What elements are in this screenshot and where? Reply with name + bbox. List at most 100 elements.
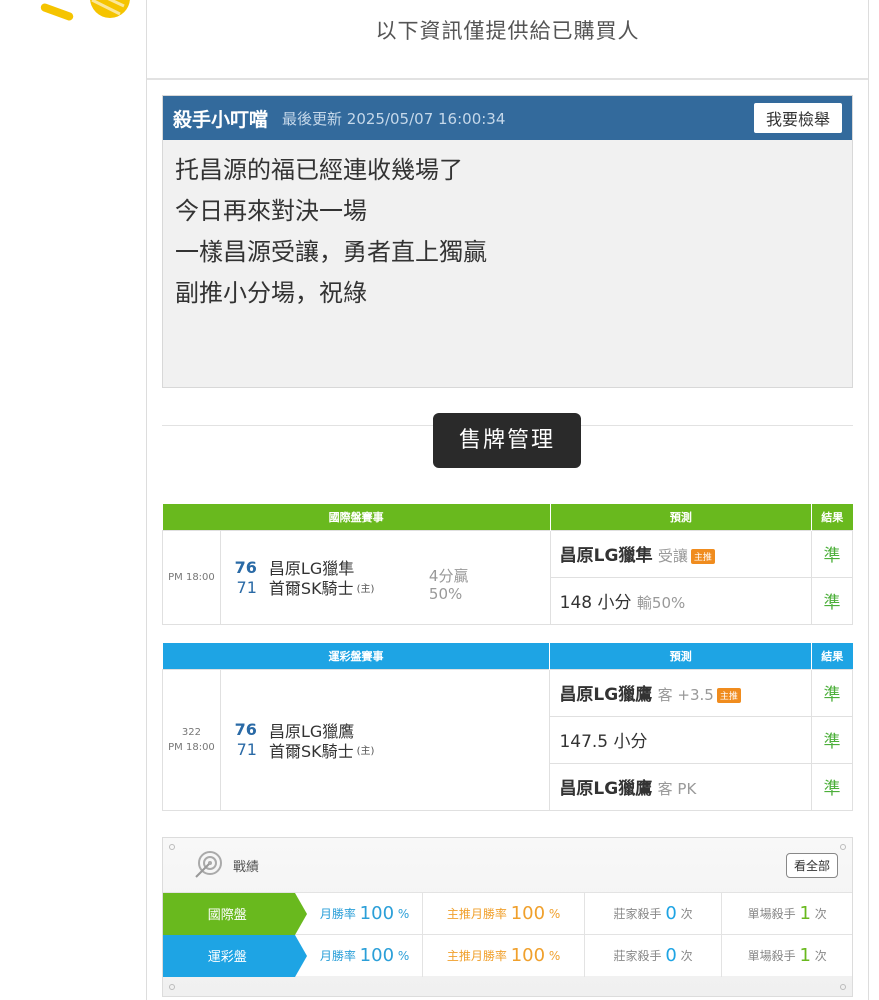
record-panel: 戰績 看全部 國際盤 月勝率 100 % 主推月勝率 100 % 莊家殺手 0 … bbox=[162, 837, 853, 997]
prediction-type: 客 +3.5 bbox=[657, 686, 714, 704]
message-line: 今日再來對決一場 bbox=[175, 197, 367, 225]
record-row-lottery: 運彩盤 月勝率 100 % 主推月勝率 100 % 莊家殺手 0 次 單場殺手 … bbox=[163, 934, 852, 977]
monthly-win-rate: 月勝率 100 % bbox=[295, 893, 423, 935]
stat-label: 主推月勝率 bbox=[446, 949, 507, 963]
home-team: 首爾SK騎士 bbox=[268, 579, 354, 598]
last-updated: 最後更新 2025/05/07 16:00:34 bbox=[282, 109, 506, 128]
banker-killer: 莊家殺手 0 次 bbox=[583, 934, 722, 977]
header-prediction: 預測 bbox=[549, 643, 812, 669]
stat-value: 1 bbox=[799, 903, 811, 924]
stat-label: 月勝率 bbox=[319, 949, 356, 963]
prediction-type: 輸50% bbox=[636, 594, 686, 612]
result-mark: 準 bbox=[811, 529, 853, 578]
table-row: 322 PM 18:00 76 昌原LG獵鷹 71 首爾SK騎士 (主) 昌原LG獵鷹… bbox=[162, 668, 853, 811]
header-prediction: 預測 bbox=[549, 504, 812, 530]
stat-unit: 次 bbox=[680, 949, 693, 963]
record-row-intl: 國際盤 月勝率 100 % 主推月勝率 100 % 莊家殺手 0 次 單場殺手 … bbox=[163, 892, 852, 935]
single-game-killer: 單場殺手 1 次 bbox=[721, 934, 852, 977]
stat-unit: 次 bbox=[680, 907, 693, 921]
away-score: 76 bbox=[234, 557, 257, 577]
stat-unit: % bbox=[397, 948, 410, 963]
manage-sales-button[interactable]: 售牌管理 bbox=[433, 413, 581, 468]
result-mark: 準 bbox=[811, 576, 853, 625]
prediction-cell: 148 小分 輸50% bbox=[549, 576, 813, 625]
record-title: 戰績 bbox=[233, 859, 260, 875]
record-header: 戰績 看全部 bbox=[163, 838, 852, 892]
author-name[interactable]: 殺手小叮噹 bbox=[173, 105, 268, 132]
stat-value: 0 bbox=[665, 945, 677, 966]
header-result: 結果 bbox=[811, 643, 853, 669]
prediction-team: 昌原LG獵隼 bbox=[559, 546, 653, 566]
match-time: PM 18:00 bbox=[162, 529, 221, 625]
stat-label: 莊家殺手 bbox=[613, 949, 662, 963]
header-event: 運彩盤賽事 bbox=[162, 643, 550, 669]
view-all-button[interactable]: 看全部 bbox=[785, 852, 838, 878]
home-tag: (主) bbox=[356, 583, 375, 595]
stat-unit: % bbox=[548, 906, 561, 921]
prediction-cell: 147.5 小分 bbox=[549, 715, 813, 764]
target-icon bbox=[195, 851, 222, 878]
corner-dot bbox=[169, 984, 175, 990]
stat-unit: % bbox=[397, 906, 410, 921]
lightbulb-icon bbox=[40, 0, 130, 21]
report-button[interactable]: 我要檢舉 bbox=[753, 103, 842, 133]
match-teams: 76 昌原LG獵隼 71 首爾SK騎士 (主) 4分贏 50% bbox=[219, 529, 551, 625]
stat-value: 1 bbox=[799, 945, 811, 966]
prediction-type: 受讓 bbox=[657, 547, 688, 565]
message-line: 副推小分場，祝綠 bbox=[175, 279, 367, 307]
stat-value: 100 bbox=[359, 945, 395, 966]
result-mark: 準 bbox=[811, 668, 853, 717]
featured-badge: 主推 bbox=[716, 687, 741, 703]
header-event: 國際盤賽事 bbox=[162, 504, 551, 530]
away-score: 76 bbox=[234, 720, 257, 739]
prediction-cell: 昌原LG獵鷹 客 PK bbox=[549, 762, 813, 811]
table-row: PM 18:00 76 昌原LG獵隼 71 首爾SK騎士 (主) 4分贏 50% 昌原… bbox=[162, 529, 853, 625]
divider bbox=[147, 78, 868, 80]
lottery-match-table: 運彩盤賽事 預測 結果 322 PM 18:00 76 昌原LG獵鷹 71 首爾SK… bbox=[162, 643, 853, 811]
corner-dot bbox=[840, 984, 846, 990]
intl-match-table: 國際盤賽事 預測 結果 PM 18:00 76 昌原LG獵隼 71 首爾SK騎士 (主… bbox=[162, 504, 853, 625]
stat-value: 100 bbox=[359, 903, 395, 924]
result-mark: 準 bbox=[811, 715, 853, 764]
result-mark: 準 bbox=[811, 762, 853, 811]
game-number: 322 bbox=[181, 726, 202, 738]
message-line: 托昌源的福已經連收幾場了 bbox=[175, 156, 463, 184]
home-tag: (主) bbox=[356, 746, 375, 757]
record-row-label: 運彩盤 bbox=[163, 934, 307, 977]
featured-badge: 主推 bbox=[690, 548, 715, 564]
prediction-type: 客 PK bbox=[657, 780, 697, 798]
stat-label: 月勝率 bbox=[319, 907, 356, 921]
stat-label: 單場殺手 bbox=[747, 949, 796, 963]
single-game-killer: 單場殺手 1 次 bbox=[721, 892, 852, 935]
prediction-cell: 昌原LG獵鷹 客 +3.5 主推 bbox=[549, 668, 813, 717]
monthly-win-rate: 月勝率 100 % bbox=[295, 935, 423, 977]
home-score: 71 bbox=[236, 577, 257, 597]
stat-label: 單場殺手 bbox=[747, 907, 796, 921]
header-result: 結果 bbox=[811, 504, 853, 530]
message-body: 托昌源的福已經連收幾場了 今日再來對決一場 一樣昌源受讓，勇者直上獨贏 副推小分… bbox=[163, 140, 852, 324]
main-panel: 以下資訊僅提供給已購買人 殺手小叮噹 最後更新 2025/05/07 16:00… bbox=[146, 0, 869, 1000]
prediction-total: 147.5 小分 bbox=[559, 732, 648, 752]
message-line: 一樣昌源受讓，勇者直上獨贏 bbox=[175, 238, 487, 266]
stat-label: 莊家殺手 bbox=[613, 907, 662, 921]
game-time: PM 18:00 bbox=[168, 741, 215, 753]
stat-unit: 次 bbox=[814, 949, 827, 963]
prediction-total: 148 小分 bbox=[559, 593, 632, 613]
match-teams: 76 昌原LG獵鷹 71 首爾SK騎士 (主) bbox=[219, 668, 551, 811]
record-row-label: 國際盤 bbox=[163, 892, 307, 935]
match-time: 322 PM 18:00 bbox=[162, 668, 221, 811]
home-score: 71 bbox=[236, 740, 257, 759]
banker-killer: 莊家殺手 0 次 bbox=[583, 892, 722, 935]
prediction-cell: 昌原LG獵隼 受讓 主推 bbox=[549, 529, 813, 578]
message-header: 殺手小叮噹 最後更新 2025/05/07 16:00:34 我要檢舉 bbox=[163, 96, 852, 140]
stat-value: 100 bbox=[510, 903, 546, 924]
stat-unit: % bbox=[548, 948, 561, 963]
home-team: 首爾SK騎士 bbox=[268, 741, 354, 761]
prediction-team: 昌原LG獵鷹 bbox=[559, 685, 653, 705]
buyer-notice: 以下資訊僅提供給已購買人 bbox=[375, 19, 640, 43]
handicap-pct: 50% bbox=[428, 585, 463, 603]
top-pick-win-rate: 主推月勝率 100 % bbox=[422, 934, 583, 977]
stat-unit: 次 bbox=[814, 907, 827, 921]
handicap-result: 4分贏 bbox=[428, 567, 469, 585]
message-box: 殺手小叮噹 最後更新 2025/05/07 16:00:34 我要檢舉 托昌源的… bbox=[162, 95, 853, 388]
